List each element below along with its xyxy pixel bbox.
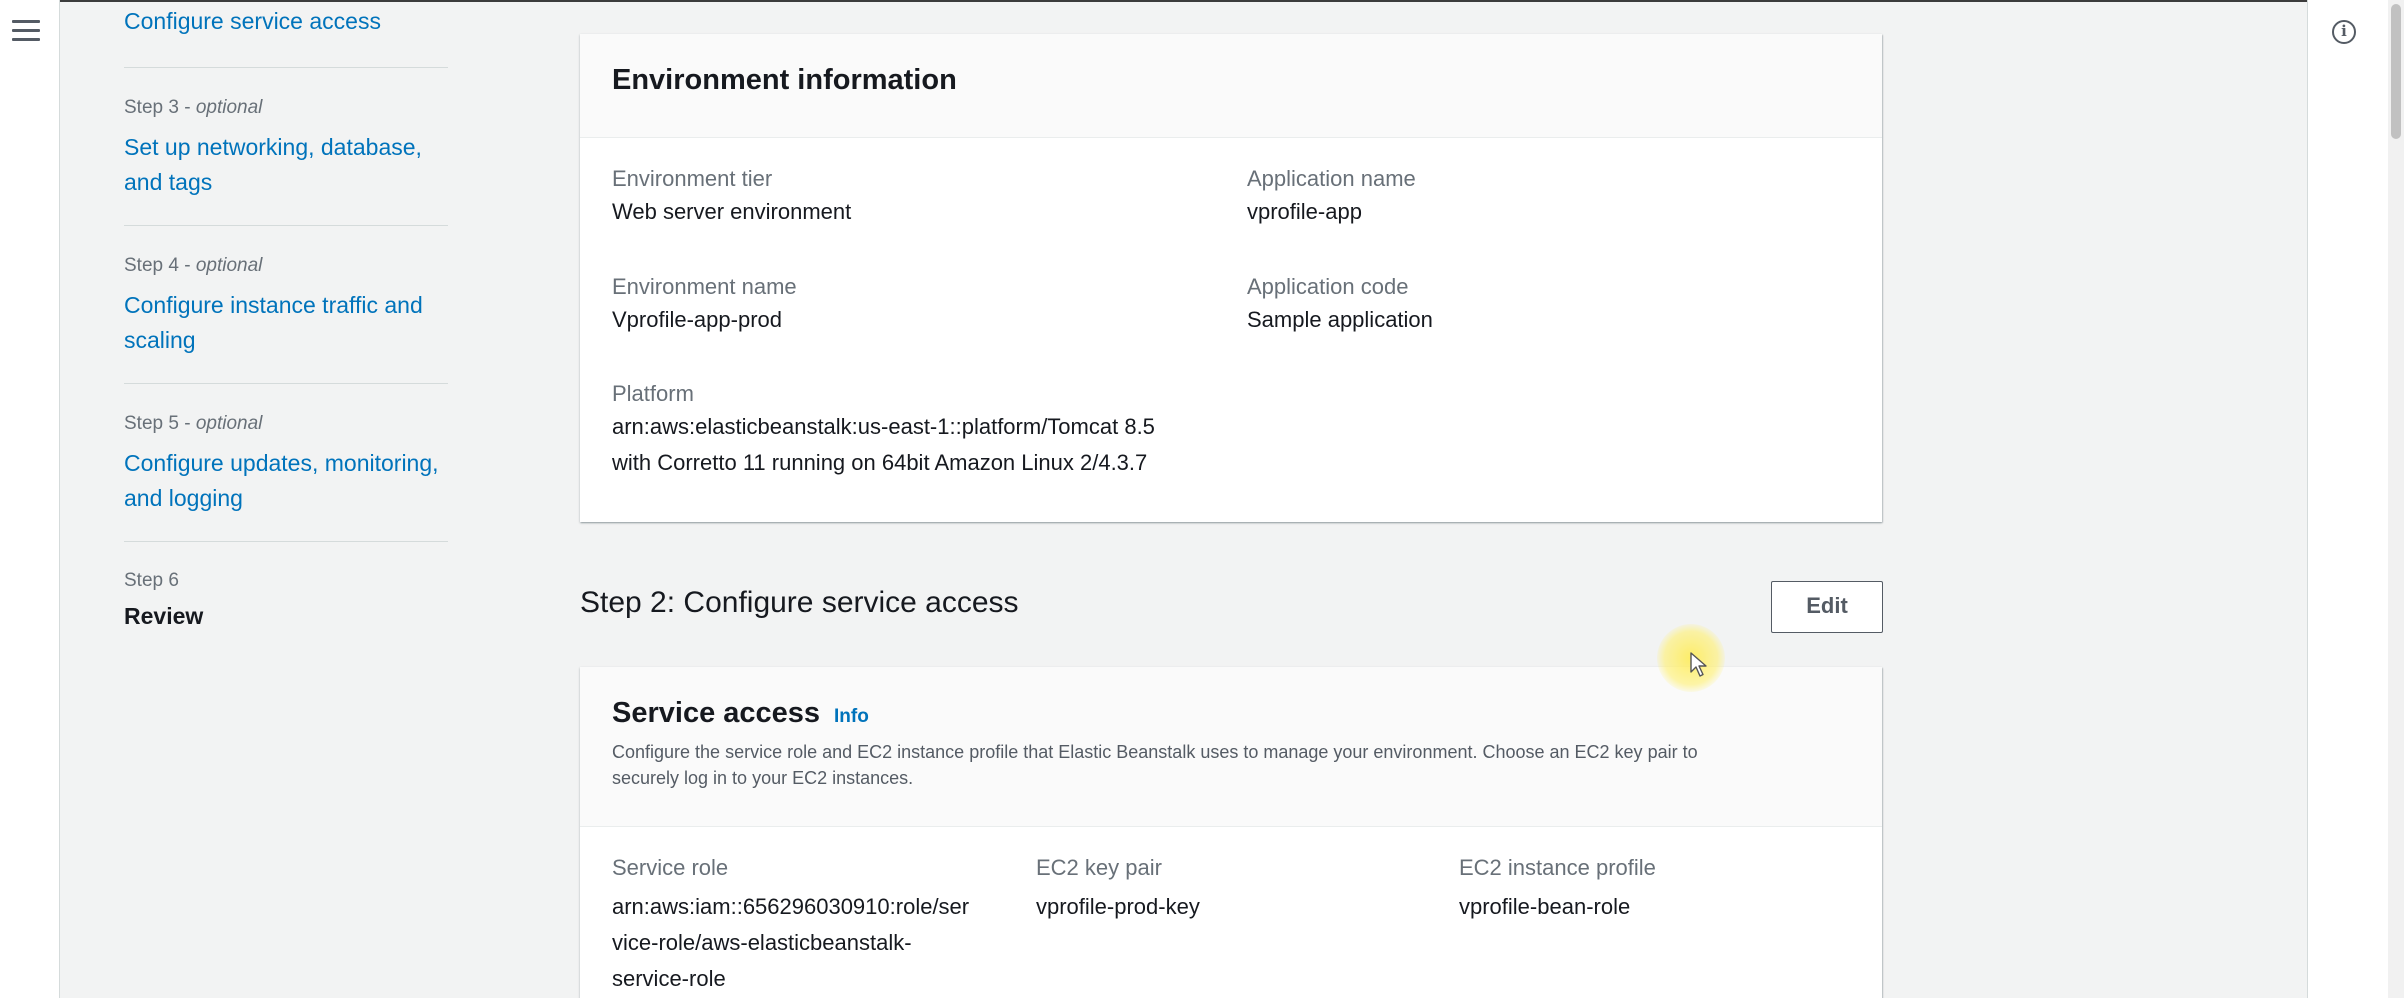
card-title-row: Service access Info xyxy=(612,697,869,730)
field-ec2-instance-profile: EC2 instance profile vprofile-bean-role xyxy=(1459,853,1656,925)
hamburger-menu-icon[interactable] xyxy=(12,20,40,42)
nav-step-4: Step 4 - optional Configure instance tra… xyxy=(124,254,448,358)
nav-divider xyxy=(124,67,448,68)
field-label: Platform xyxy=(612,381,694,406)
field-label: Application name xyxy=(1247,166,1416,191)
field-platform: Platform arn:aws:elasticbeanstalk:us-eas… xyxy=(612,379,1155,481)
step-label: Step 6 xyxy=(124,570,179,591)
page: Configure service access Step 3 - option… xyxy=(0,0,2404,998)
nav-divider xyxy=(124,383,448,384)
nav-step-5: Step 5 - optional Configure updates, mon… xyxy=(124,412,448,516)
field-ec2-key-pair: EC2 key pair vprofile-prod-key xyxy=(1036,853,1200,925)
step-label: Step 3 - optional xyxy=(124,97,263,118)
field-label: EC2 instance profile xyxy=(1459,855,1656,880)
nav-step-review-current: Review xyxy=(124,603,204,629)
field-service-role: Service role arn:aws:iam::656296030910:r… xyxy=(612,853,969,997)
card-title: Environment information xyxy=(612,64,957,96)
info-circle-icon[interactable]: i xyxy=(2332,20,2356,44)
nav-step-6: Step 6 Review xyxy=(124,569,448,630)
field-environment-tier: Environment tier Web server environment xyxy=(612,164,851,230)
nav-step-3: Step 3 - optional Set up networking, dat… xyxy=(124,96,448,200)
nav-link-instance-traffic[interactable]: Configure instance traffic and scaling xyxy=(124,288,448,358)
nav-link-configure-service-access[interactable]: Configure service access xyxy=(124,4,381,39)
step-label: Step 4 - optional xyxy=(124,255,263,276)
field-value-line: arn:aws:iam::656296030910:role/ser xyxy=(612,894,970,919)
field-value-line: vice-role/aws-elasticbeanstalk- xyxy=(612,930,912,955)
field-application-name: Application name vprofile-app xyxy=(1247,164,1416,230)
field-environment-name: Environment name Vprofile-app-prod xyxy=(612,272,797,338)
field-value: Web server environment xyxy=(612,199,852,224)
nav-link-networking[interactable]: Set up networking, database, and tags xyxy=(124,130,448,200)
nav-divider xyxy=(124,225,448,226)
nav-link-updates-monitoring[interactable]: Configure updates, monitoring, and loggi… xyxy=(124,446,448,516)
card-title: Service access xyxy=(612,697,821,729)
edit-button[interactable]: Edit xyxy=(1771,581,1883,633)
left-rail xyxy=(0,0,60,998)
step-2-heading: Step 2: Configure service access xyxy=(580,586,1019,619)
info-link[interactable]: Info xyxy=(834,706,869,727)
card-header: Environment information xyxy=(580,34,1882,138)
service-access-card: Service access Info Configure the service… xyxy=(580,667,1882,998)
field-value-line: with Corretto 11 running on 64bit Amazon… xyxy=(612,450,1148,475)
environment-information-card: Environment information Environment tier… xyxy=(580,34,1882,522)
right-rail: i xyxy=(2307,0,2404,998)
scrollbar-thumb[interactable] xyxy=(2391,4,2401,139)
card-description: Configure the service role and EC2 insta… xyxy=(612,739,1862,791)
nav-divider xyxy=(124,541,448,542)
field-label: Environment name xyxy=(612,274,797,299)
field-label: Environment tier xyxy=(612,166,773,191)
field-value: vprofile-bean-role xyxy=(1459,894,1631,919)
top-border xyxy=(0,0,2404,2)
field-value: Vprofile-app-prod xyxy=(612,307,782,332)
field-value-line: arn:aws:elasticbeanstalk:us-east-1::plat… xyxy=(612,414,1155,439)
field-value: vprofile-prod-key xyxy=(1036,894,1200,919)
field-value: Sample application xyxy=(1247,307,1433,332)
card-description-line: securely log in to your EC2 instances. xyxy=(612,768,914,788)
scrollbar[interactable] xyxy=(2388,0,2404,998)
field-label: Application code xyxy=(1247,274,1409,299)
mouse-cursor-icon xyxy=(1690,652,1707,677)
field-value: vprofile-app xyxy=(1247,199,1362,224)
step-label: Step 5 - optional xyxy=(124,413,263,434)
field-label: Service role xyxy=(612,855,729,880)
field-application-code: Application code Sample application xyxy=(1247,272,1433,338)
field-value-line: service-role xyxy=(612,966,726,991)
card-description-line: Configure the service role and EC2 insta… xyxy=(612,742,1698,762)
field-label: EC2 key pair xyxy=(1036,855,1162,880)
